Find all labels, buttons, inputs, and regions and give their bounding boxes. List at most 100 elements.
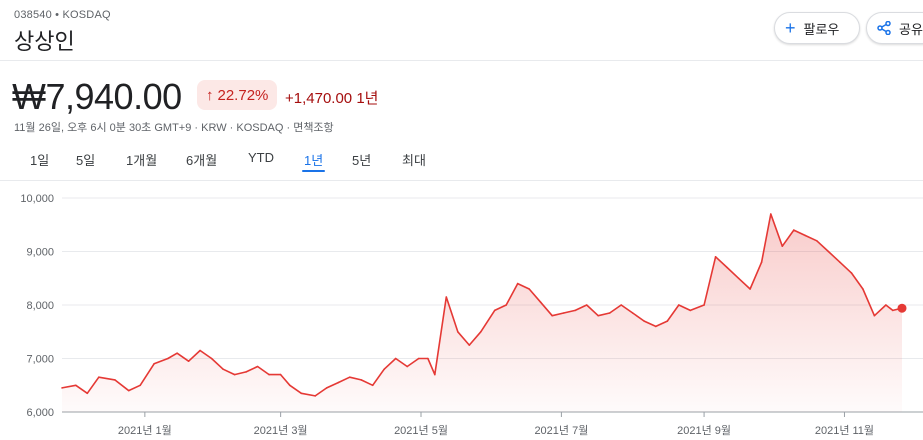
x-tick-label: 2021년 9월 [677,424,731,437]
price-point [480,331,482,333]
price-point [167,357,169,360]
price-point [268,373,270,376]
price-point [770,213,772,215]
header-divider [0,60,923,61]
tab-1[interactable]: 5일 [76,150,95,169]
price-point [551,314,553,317]
share-label: 공유 [899,21,923,37]
price-point [631,312,634,314]
price-point [75,384,77,387]
quote-meta: 11월 26일, 오후 6시 0분 30초 GMT+9 · KRW · KOSD… [14,122,334,134]
share-button[interactable]: 공유 [866,12,923,44]
price-point [245,371,247,373]
price-point [176,352,178,354]
price-point [468,344,471,346]
price-point [862,288,864,290]
price-point [114,379,116,381]
price-point [233,373,236,376]
x-tick-label: 2021년 5월 [394,424,448,437]
x-tick-label: 2021년 3월 [254,424,308,437]
percent-change-value: 22.72% [217,86,269,104]
price-point [427,357,429,360]
tab-2[interactable]: 1개월 [126,150,157,169]
price-point [383,368,386,370]
price-point [804,234,807,237]
price-point [655,325,657,328]
price-point [127,389,130,392]
price-point [892,309,894,312]
y-tick-label: 6,000 [26,407,54,419]
y-tick-label: 8,000 [26,300,54,312]
price-point [516,282,519,285]
price-point [371,384,374,387]
follow-button[interactable]: + 팔로우 [774,12,860,44]
price-point [337,381,340,384]
price-point [726,266,728,269]
price-point [539,301,542,304]
tab-6[interactable]: 5년 [352,150,371,169]
current-price-marker [897,303,907,313]
price-point [289,384,291,387]
x-tick-label: 2021년 1월 [118,424,172,437]
price-point [256,365,259,368]
plus-icon: + [785,18,796,38]
price-point [749,288,751,290]
price-point [187,360,190,362]
price-point [574,309,576,312]
price-point [417,357,420,360]
price-point [597,314,599,317]
share-icon [877,21,891,35]
price-point [793,229,795,231]
price-chart: 6,000 7,000 8,000 9,000 10,000 2021년 1월 2021년 … [20,193,923,437]
tab-3[interactable]: 6개월 [186,150,217,169]
price-point [61,387,63,389]
price-point [199,349,201,352]
price-point [445,296,448,298]
price-point [827,250,830,253]
y-tick-label: 9,000 [26,247,54,259]
price-point [760,261,763,263]
price-point [666,320,669,322]
price-point [643,320,645,322]
price-point [873,314,876,317]
price-point [348,376,351,378]
tab-5[interactable]: 1년 [301,150,326,172]
ticker-label: 038540 • KOSDAQ [14,9,111,21]
price-point [703,304,705,306]
follow-label: 팔로우 [803,21,840,37]
price-point [678,304,680,306]
tab-0[interactable]: 1일 [30,150,49,169]
price-area [62,214,902,412]
price-point [689,309,692,312]
absolute-change: +1,470.00 1년 [285,90,379,107]
x-tick-label: 2021년 11월 [815,424,874,437]
price-point [86,392,89,395]
arrow-up-icon: ↑ [206,86,214,104]
price-point [781,245,784,247]
price-point [562,312,565,314]
current-price: ₩7,940.00 [12,76,182,117]
price-point [98,376,100,378]
price-point [394,357,397,360]
price-point [360,379,363,381]
price-point [714,256,717,258]
price-point [457,331,459,333]
price-point [737,277,740,280]
tab-7[interactable]: 최대 [402,150,426,169]
price-point [325,387,328,389]
price-point [210,357,213,360]
price-point [434,373,436,376]
range-tabs: 1일 5일 1개월 6개월 YTD 1년 5년 최대 [0,150,450,172]
percent-change-badge: ↑ 22.72% [197,80,278,110]
y-tick-label: 7,000 [26,354,54,366]
price-point [314,395,317,397]
tab-4[interactable]: YTD [248,150,274,165]
price-point [222,368,224,370]
price-point [585,304,588,306]
price-point [608,312,611,314]
price-point [139,384,141,387]
price-point [406,365,409,368]
x-tick-label: 2021년 7월 [534,424,588,437]
price-point [850,272,853,274]
price-point [300,392,303,395]
